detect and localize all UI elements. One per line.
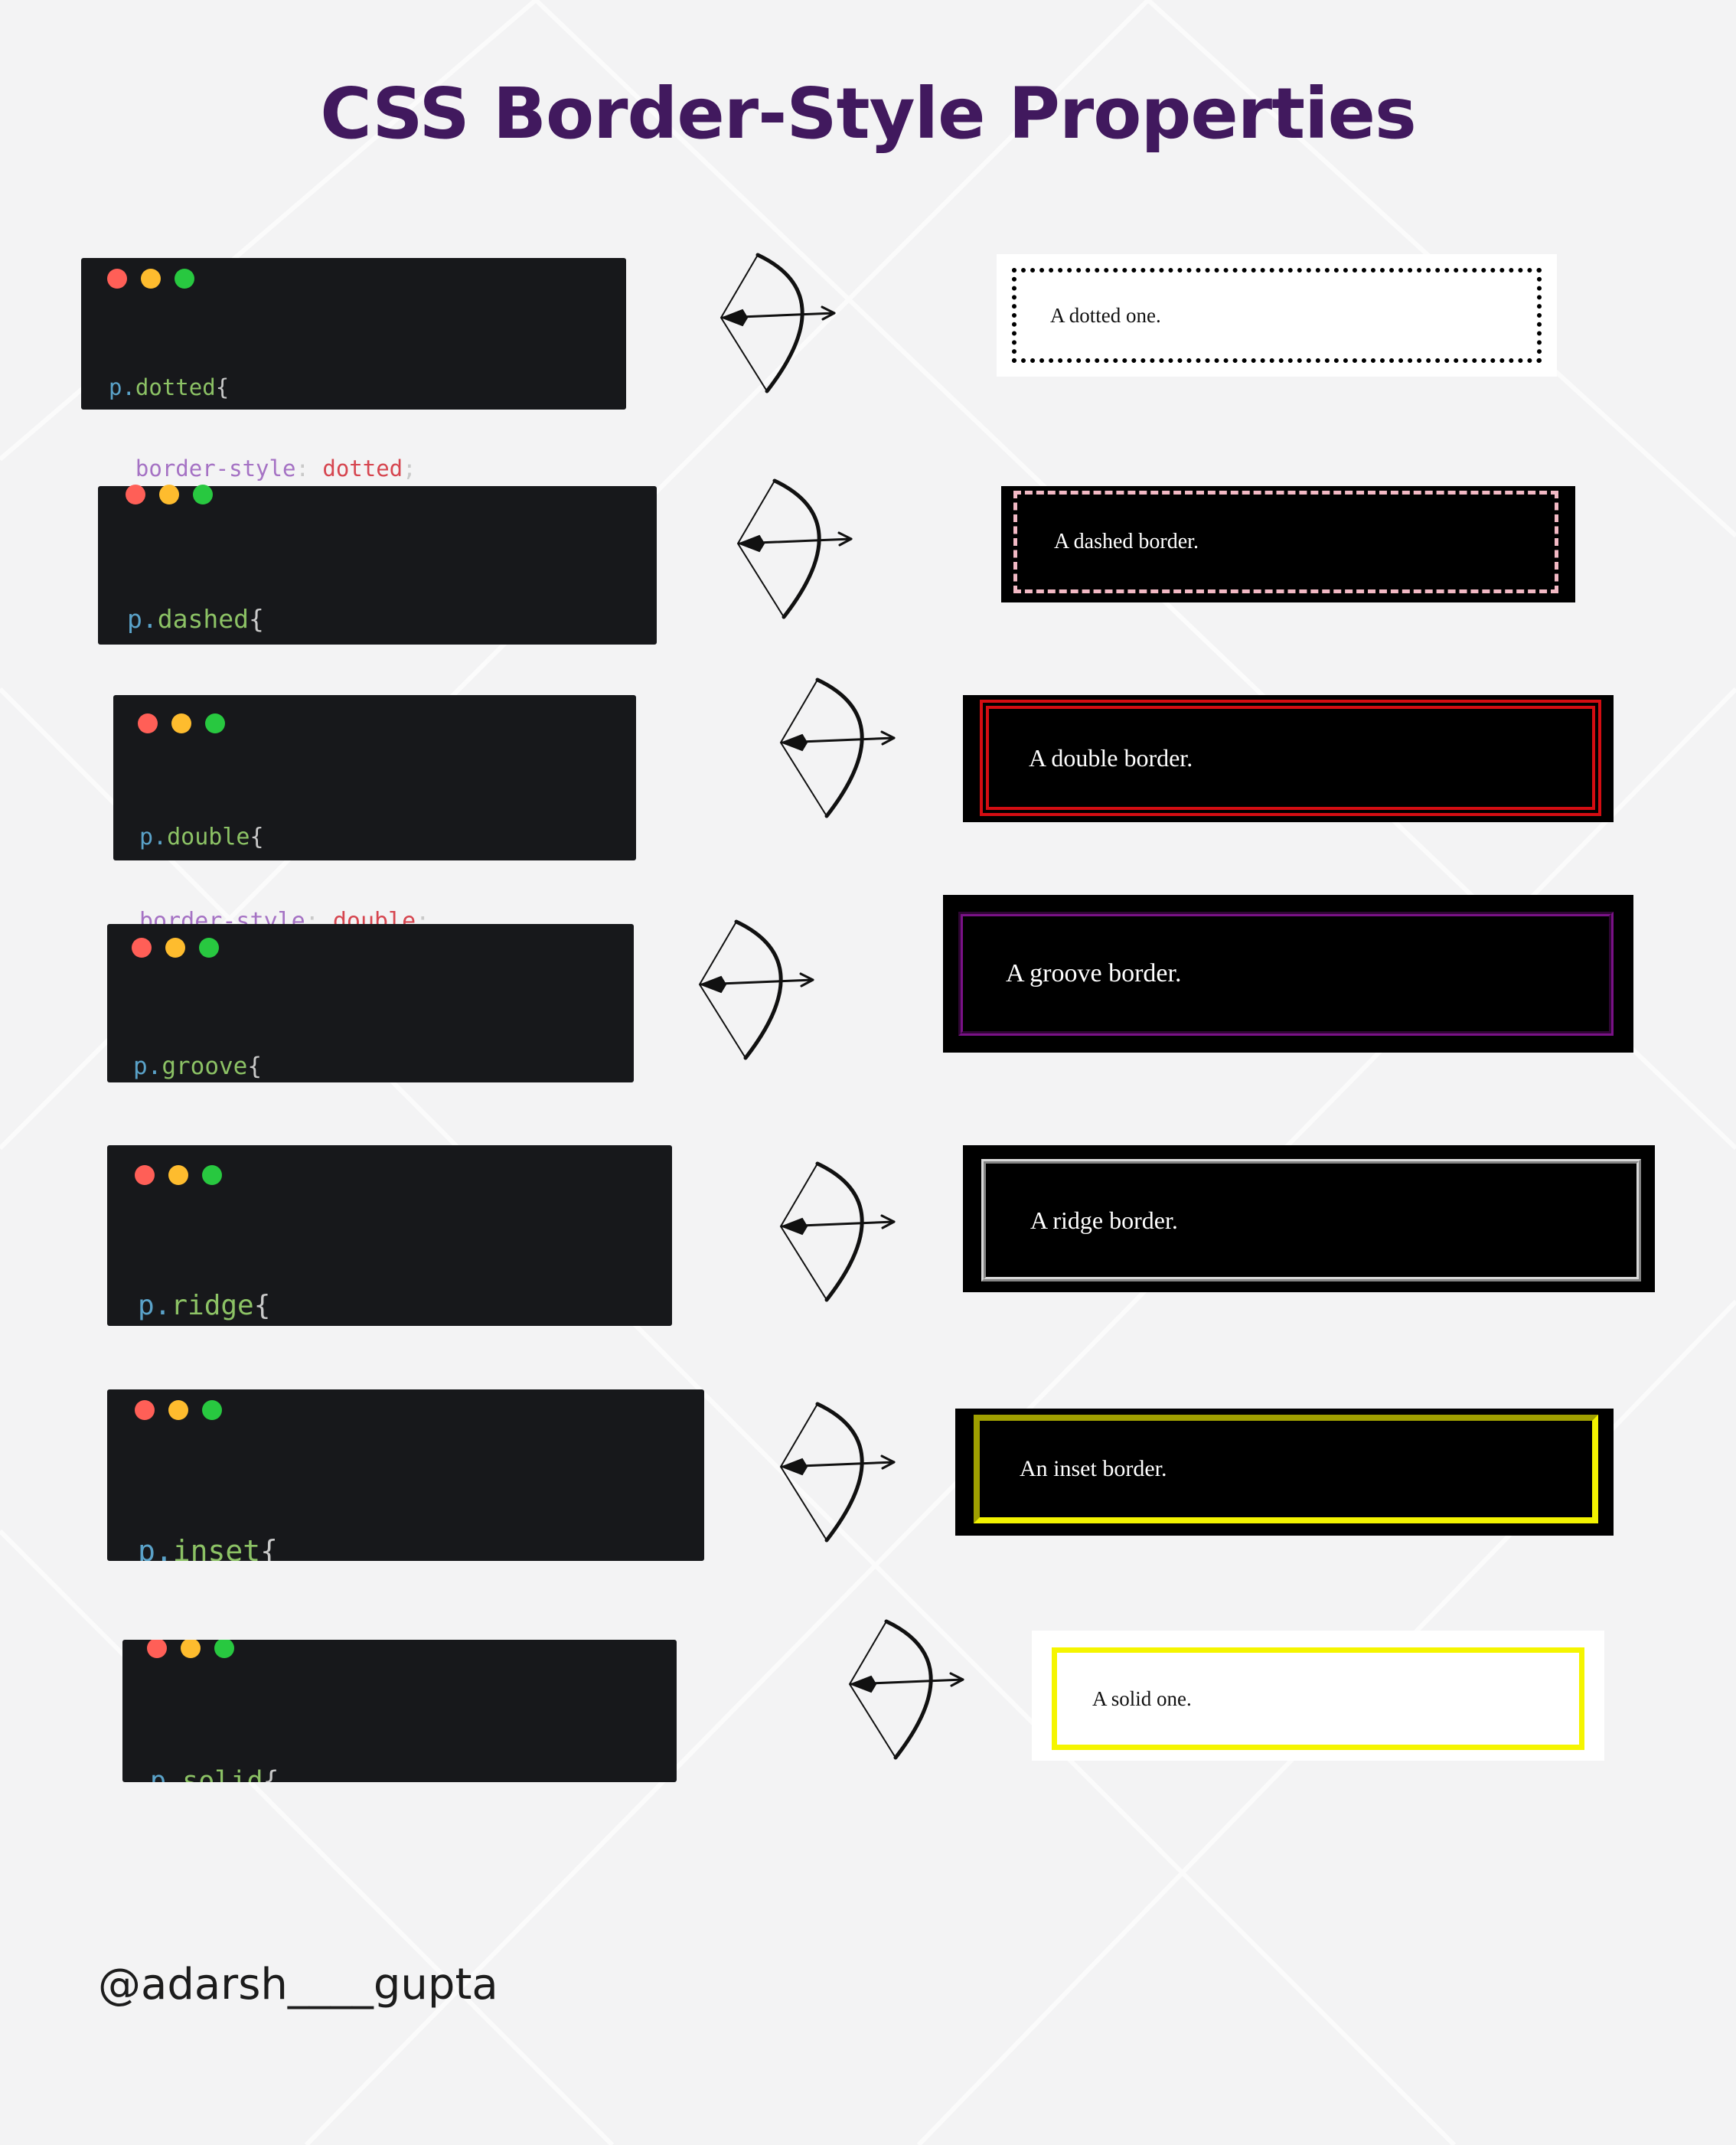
window-controls <box>135 1165 222 1185</box>
code-selector-prefix: p. <box>138 1290 171 1321</box>
demo-double: A double border. <box>963 695 1614 822</box>
demo-solid: A solid one. <box>1032 1631 1604 1761</box>
window-controls <box>126 485 213 504</box>
bow-arrow-icon <box>848 1619 964 1760</box>
code-selector: ridge <box>171 1290 254 1321</box>
minimize-dot[interactable] <box>168 1165 188 1185</box>
code-selector-prefix: p. <box>133 1053 162 1080</box>
window-controls <box>107 269 194 289</box>
demo-groove: A groove border. <box>943 895 1633 1053</box>
code-open-brace: { <box>253 1290 271 1321</box>
code-panel-double: p.double{ border-style: double; } <box>113 695 636 1018</box>
code-panel-ridge: p.ridge{ border-style: ridge; } <box>107 1145 672 1520</box>
demo-dotted-paragraph: A dotted one. <box>1012 268 1542 363</box>
demo-groove-paragraph: A groove border. <box>958 912 1614 1036</box>
maximize-dot[interactable] <box>214 1640 234 1658</box>
code-selector: dashed <box>157 604 249 634</box>
page-title: CSS Border-Style Properties <box>320 73 1417 155</box>
bow-arrow-icon <box>779 677 896 818</box>
maximize-dot[interactable] <box>202 1165 222 1185</box>
code-selector-prefix: p. <box>150 1766 183 1782</box>
minimize-dot[interactable] <box>168 1400 188 1420</box>
code-open-brace: { <box>248 604 264 634</box>
code-open-brace: { <box>263 1766 279 1782</box>
code-colon: : <box>295 455 309 482</box>
demo-inset-paragraph: An inset border. <box>974 1415 1598 1523</box>
code-open-brace: { <box>215 374 230 400</box>
bow-arrow-icon <box>779 1402 896 1543</box>
maximize-dot[interactable] <box>193 485 213 504</box>
code-selector-prefix: p. <box>139 824 168 850</box>
demo-text: A solid one. <box>1092 1686 1192 1710</box>
window-controls <box>138 713 225 733</box>
demo-text: A dashed border. <box>1054 530 1199 553</box>
code-selector-prefix: p. <box>109 374 135 400</box>
demo-text: A dotted one. <box>1050 303 1161 327</box>
code-selector-prefix: p. <box>127 604 158 634</box>
demo-ridge-paragraph: A ridge border. <box>981 1159 1641 1281</box>
author-handle: @adarsh____gupta <box>98 1960 498 2010</box>
bow-arrow-icon <box>736 478 853 619</box>
code-selector: groove <box>162 1053 248 1080</box>
code-selector: inset <box>172 1534 261 1561</box>
bow-arrow-icon <box>720 253 836 393</box>
maximize-dot[interactable] <box>205 713 225 733</box>
bow-arrow-icon <box>698 919 814 1060</box>
code-panel-inset: p.inset{ border-style: inset; } <box>107 1389 704 1561</box>
demo-ridge: A ridge border. <box>963 1145 1655 1292</box>
code-panel-dashed: p.dashed{ border-style: dashed; } <box>98 485 657 820</box>
close-dot[interactable] <box>132 938 152 958</box>
maximize-dot[interactable] <box>175 269 194 289</box>
code-selector: solid <box>182 1766 263 1782</box>
code-selector: dotted <box>135 374 216 400</box>
close-dot[interactable] <box>135 1165 155 1185</box>
code-panel-dotted: p.dotted{ border-style: dotted; } <box>81 258 626 563</box>
close-dot[interactable] <box>147 1640 167 1658</box>
code-panel-groove: p.groove{ border-style: groove; } <box>107 924 634 1082</box>
close-dot[interactable] <box>138 713 158 733</box>
code-open-brace: { <box>260 1534 279 1561</box>
demo-dashed: A dashed border. <box>1001 486 1575 602</box>
code-selector: double <box>167 824 250 850</box>
window-controls <box>147 1640 234 1658</box>
code-open-brace: { <box>247 1053 262 1080</box>
code-semicolon: ; <box>403 455 416 482</box>
maximize-dot[interactable] <box>199 938 219 958</box>
minimize-dot[interactable] <box>159 485 179 504</box>
minimize-dot[interactable] <box>165 938 185 958</box>
bow-arrow-icon <box>779 1161 896 1302</box>
demo-dashed-paragraph: A dashed border. <box>1013 491 1558 593</box>
demo-text: A ridge border. <box>1030 1206 1178 1234</box>
window-controls <box>132 938 219 958</box>
close-dot[interactable] <box>126 485 145 504</box>
minimize-dot[interactable] <box>171 713 191 733</box>
maximize-dot[interactable] <box>202 1400 222 1420</box>
demo-text: A groove border. <box>1006 959 1182 988</box>
minimize-dot[interactable] <box>141 269 161 289</box>
code-selector-prefix: p. <box>138 1534 173 1561</box>
minimize-dot[interactable] <box>181 1640 201 1658</box>
demo-text: An inset border. <box>1020 1456 1167 1481</box>
demo-dotted: A dotted one. <box>997 254 1557 377</box>
demo-inset: An inset border. <box>955 1409 1614 1536</box>
close-dot[interactable] <box>107 269 127 289</box>
close-dot[interactable] <box>135 1400 155 1420</box>
code-value: dotted <box>322 455 403 482</box>
code-open-brace: { <box>250 824 264 850</box>
demo-solid-paragraph: A solid one. <box>1052 1647 1584 1750</box>
demo-text: A double border. <box>1029 743 1193 772</box>
demo-double-paragraph: A double border. <box>980 700 1601 816</box>
code-panel-solid: p.solid{ border-style: solid; } <box>122 1640 677 1782</box>
window-controls <box>135 1400 222 1420</box>
code-property: border-style <box>135 455 296 482</box>
